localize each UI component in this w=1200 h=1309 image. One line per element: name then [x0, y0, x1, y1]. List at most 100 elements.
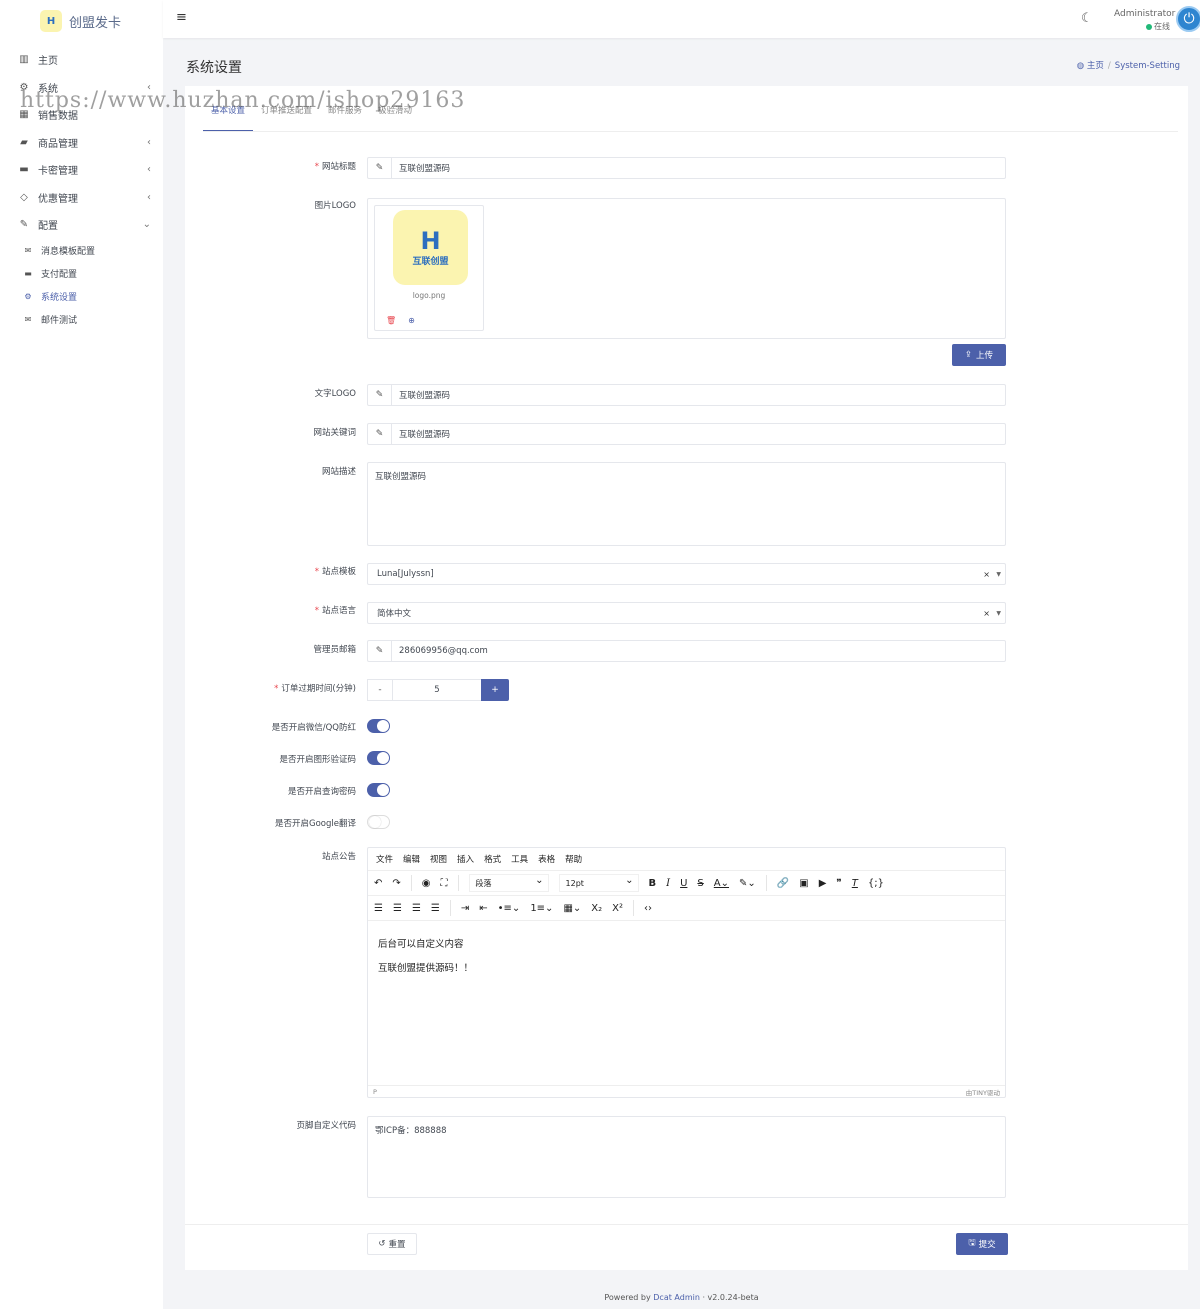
- clear-icon[interactable]: ×: [983, 570, 990, 579]
- toggle-google-translate[interactable]: [367, 815, 390, 829]
- superscript-icon[interactable]: X²: [612, 903, 623, 914]
- code-sample-icon[interactable]: {;}: [868, 878, 884, 889]
- redo-icon[interactable]: ↷: [392, 878, 400, 889]
- envelope-icon: ✉: [24, 314, 32, 324]
- editor-toolbar-1: ↶ ↷ ◉ ⛶ 段落 12pt B I U S A⌄ ✎⌄ 🔗 ▣ ▶ ❞ T …: [368, 871, 1005, 896]
- editor-menu-table[interactable]: 表格: [538, 853, 555, 865]
- toggle-anti-red[interactable]: [367, 719, 390, 733]
- brand-name: 创盟发卡: [69, 15, 122, 31]
- editor-content[interactable]: 后台可以自定义内容 互联创盟提供源码！！: [368, 921, 1005, 993]
- toggle-captcha-label: 是否开启图形验证码: [279, 755, 356, 765]
- brand[interactable]: H 创盟发卡: [0, 0, 163, 42]
- pencil-icon: ✎: [368, 385, 392, 405]
- bold-icon[interactable]: B: [649, 878, 657, 889]
- fullscreen-icon[interactable]: ⛶: [441, 878, 448, 889]
- reset-button[interactable]: ↺ 重置: [367, 1233, 417, 1255]
- zoom-icon[interactable]: ⊕: [408, 316, 415, 325]
- strikethrough-icon[interactable]: S: [697, 878, 703, 889]
- avatar[interactable]: ⏻: [1176, 6, 1200, 32]
- site-title-input[interactable]: ✎ 互联创盟源码: [367, 157, 1006, 179]
- editor-menu-edit[interactable]: 编辑: [403, 853, 420, 865]
- wrench-icon: ✎: [19, 219, 29, 231]
- notice-editor: 文件 编辑 视图 插入 格式 工具 表格 帮助 ↶ ↷ ◉ ⛶ 段落 12pt …: [367, 847, 1006, 1098]
- sidebar-subitem-payment[interactable]: ▬ 支付配置: [0, 262, 163, 285]
- sidebar-item-config[interactable]: ✎ 配置 ⌄: [0, 211, 163, 239]
- toggle-captcha[interactable]: [367, 751, 390, 765]
- trash-icon[interactable]: 🗑: [386, 316, 396, 325]
- editor-path: P: [373, 1087, 377, 1096]
- moon-icon[interactable]: ☾: [1081, 11, 1093, 26]
- outdent-icon[interactable]: ⇤: [479, 903, 487, 914]
- sidebar-item-cards[interactable]: ▬ 卡密管理 ‹: [0, 156, 163, 184]
- brand-logo: H: [40, 10, 62, 32]
- clear-format-icon[interactable]: T: [852, 878, 858, 889]
- language-select[interactable]: 简体中文 × ▼: [367, 602, 1006, 624]
- footer-code-textarea[interactable]: 鄂ICP备：888888: [367, 1116, 1006, 1198]
- language-label: * 站点语言: [314, 606, 356, 616]
- align-right-icon[interactable]: ☰: [412, 903, 421, 914]
- underline-icon[interactable]: U: [680, 878, 687, 889]
- image-icon[interactable]: ▣: [799, 878, 808, 889]
- sidebar-item-home[interactable]: ▥ 主页: [0, 46, 163, 74]
- editor-menu-tools[interactable]: 工具: [511, 853, 528, 865]
- decrement-button[interactable]: -: [367, 679, 393, 701]
- sidebar-item-coupons[interactable]: ◇ 优惠管理 ‹: [0, 184, 163, 212]
- text-logo-input[interactable]: ✎ 互联创盟源码: [367, 384, 1006, 406]
- dashboard-icon: ◍: [1076, 61, 1085, 71]
- media-icon[interactable]: ▶: [819, 878, 827, 889]
- sidebar-subitem-mail-test[interactable]: ✉ 邮件测试: [0, 308, 163, 331]
- menu-toggle-icon[interactable]: ≡: [176, 10, 187, 25]
- envelope-icon: ✉: [24, 245, 32, 255]
- chevron-left-icon: ‹: [147, 191, 151, 203]
- cogs-icon: ⚙: [24, 291, 32, 301]
- logo-filename: logo.png: [412, 291, 446, 300]
- indent-icon[interactable]: ⇥: [461, 903, 469, 914]
- increment-button[interactable]: +: [481, 679, 509, 701]
- font-size-dropdown[interactable]: 12pt: [558, 874, 639, 892]
- dcat-admin-link[interactable]: Dcat Admin: [653, 1293, 700, 1302]
- source-code-icon[interactable]: ‹›: [644, 903, 652, 914]
- description-textarea[interactable]: 互联创盟源码: [367, 462, 1006, 546]
- order-expire-label: * 订单过期时间(分钟): [274, 684, 356, 694]
- settings-card: 基本设置 订单推送配置 邮件服务 极验滑动 * 网站标题 ✎ 互联创盟源码 图片LO…: [185, 86, 1188, 1270]
- toggle-query-password[interactable]: [367, 783, 390, 797]
- subscript-icon[interactable]: X₂: [591, 903, 602, 914]
- align-center-icon[interactable]: ☰: [393, 903, 402, 914]
- sidebar-subitem-system-settings[interactable]: ⚙ 系统设置: [0, 285, 163, 308]
- editor-menu-view[interactable]: 视图: [430, 853, 447, 865]
- table-icon[interactable]: ▦⌄: [563, 903, 581, 914]
- admin-email-input[interactable]: ✎ 286069956@qq.com: [367, 640, 1006, 662]
- editor-menubar: 文件 编辑 视图 插入 格式 工具 表格 帮助: [368, 848, 1005, 871]
- online-dot-icon: [1146, 23, 1152, 30]
- editor-menu-format[interactable]: 格式: [484, 853, 501, 865]
- sidebar-subitem-message-template[interactable]: ✉ 消息模板配置: [0, 239, 163, 262]
- submit-button[interactable]: 🖫 提交: [956, 1233, 1008, 1255]
- editor-menu-insert[interactable]: 插入: [457, 853, 474, 865]
- sidebar-item-products[interactable]: ▰ 商品管理 ‹: [0, 129, 163, 157]
- editor-branding[interactable]: 由TINY驱动: [966, 1087, 1000, 1097]
- quote-icon[interactable]: ❞: [836, 878, 841, 889]
- link-icon[interactable]: 🔗: [777, 878, 789, 889]
- order-expire-stepper: - 5 +: [367, 679, 509, 701]
- number-list-icon[interactable]: 1≡⌄: [530, 903, 553, 914]
- user-name[interactable]: Administrator: [1114, 9, 1175, 19]
- editor-statusbar: P 由TINY驱动: [368, 1085, 1005, 1097]
- align-left-icon[interactable]: ☰: [374, 903, 383, 914]
- clear-icon[interactable]: ×: [983, 609, 990, 618]
- editor-menu-help[interactable]: 帮助: [565, 853, 582, 865]
- block-format-dropdown[interactable]: 段落: [468, 874, 549, 892]
- logo-upload-area[interactable]: H 互联创盟 logo.png 🗑 ⊕: [367, 198, 1006, 339]
- editor-menu-file[interactable]: 文件: [376, 853, 393, 865]
- template-select[interactable]: Luna[Julyssn] × ▼: [367, 563, 1006, 585]
- upload-button[interactable]: ⇪ 上传: [952, 344, 1006, 366]
- text-color-icon[interactable]: A⌄: [714, 878, 729, 889]
- align-justify-icon[interactable]: ☰: [431, 903, 440, 914]
- order-expire-value[interactable]: 5: [393, 679, 481, 701]
- keywords-input[interactable]: ✎ 互联创盟源码: [367, 423, 1006, 445]
- undo-icon[interactable]: ↶: [374, 878, 382, 889]
- preview-icon[interactable]: ◉: [422, 878, 431, 889]
- italic-icon[interactable]: I: [666, 878, 670, 889]
- highlight-icon[interactable]: ✎⌄: [739, 878, 756, 889]
- breadcrumb-home[interactable]: 主页: [1087, 61, 1104, 71]
- bullet-list-icon[interactable]: •≡⌄: [498, 903, 521, 914]
